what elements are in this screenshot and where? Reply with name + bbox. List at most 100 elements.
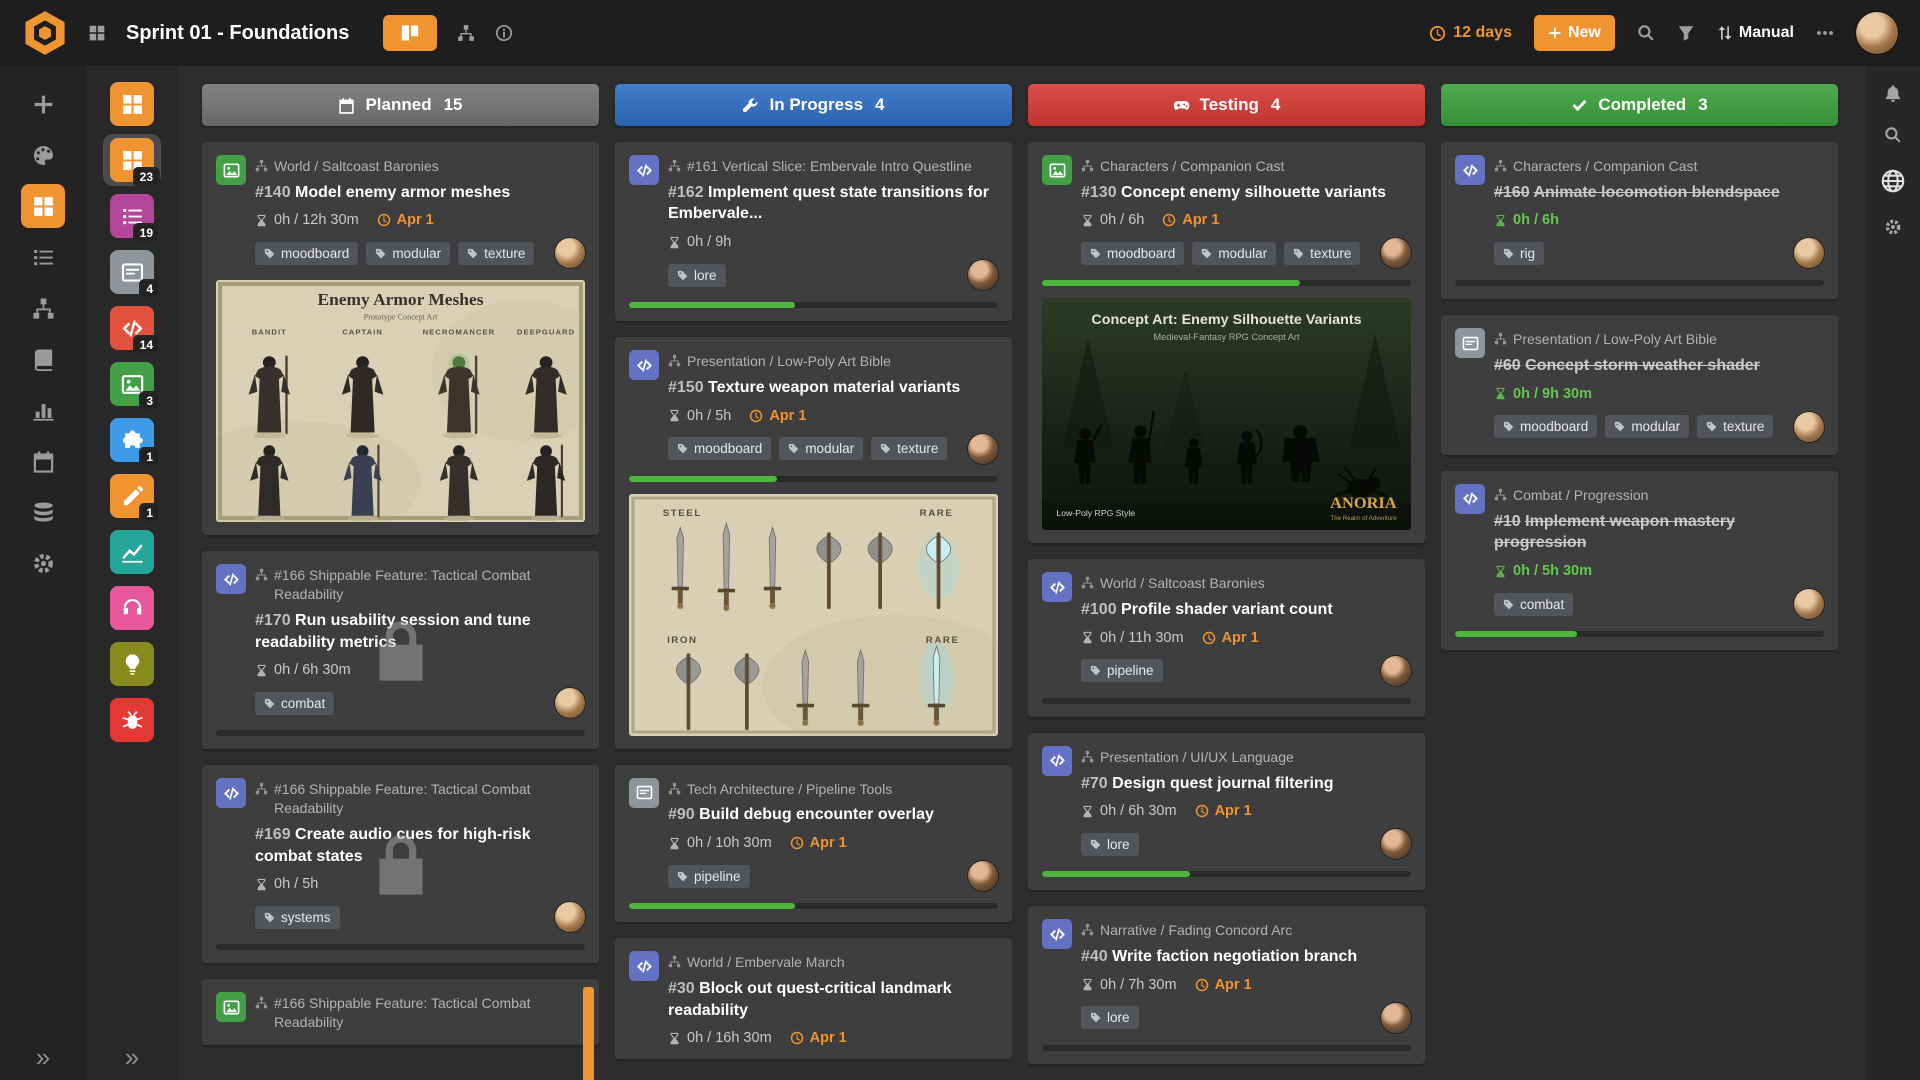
attachment-image-silhouettes[interactable]: Concept Art: Enemy Silhouette Variants M… <box>1042 298 1411 530</box>
expand-sidebar-button[interactable]: » <box>0 1044 86 1070</box>
tag-pill[interactable]: modular <box>1605 415 1689 438</box>
board-filter-code-4[interactable]: 14 <box>103 302 161 354</box>
tag-pill[interactable]: rig <box>1494 242 1544 265</box>
task-card[interactable]: #166 Shippable Feature: Tactical Combat … <box>202 979 599 1045</box>
column-card-list-in-progress[interactable]: #161 Vertical Slice: Embervale Intro Que… <box>615 128 1012 1080</box>
assignee-avatar[interactable] <box>555 902 585 932</box>
tag-pill[interactable]: pipeline <box>1081 659 1163 682</box>
board-filter-headphones-9[interactable] <box>103 582 161 634</box>
task-card[interactable]: Combat / Progression #10 Implement weapo… <box>1441 471 1838 650</box>
globe-icon[interactable] <box>1880 168 1906 194</box>
sprint-days-remaining[interactable]: 12 days <box>1429 24 1512 42</box>
assignee-avatar[interactable] <box>1794 238 1824 268</box>
card-category[interactable]: Narrative / Fading Concord Arc <box>1081 919 1411 940</box>
task-card[interactable]: World / Saltcoast Baronies #100 Profile … <box>1028 559 1425 716</box>
assignee-avatar[interactable] <box>555 238 585 268</box>
tag-pill[interactable]: pipeline <box>668 865 750 888</box>
bell-icon[interactable] <box>1884 84 1902 102</box>
task-card[interactable]: World / Embervale March #30 Block out qu… <box>615 938 1012 1059</box>
card-category[interactable]: Presentation / UI/UX Language <box>1081 746 1411 767</box>
board-filter-lightbulb-10[interactable] <box>103 638 161 690</box>
column-card-list-planned[interactable]: World / Saltcoast Baronies #140 Model en… <box>202 128 599 1080</box>
user-avatar[interactable] <box>1856 12 1898 54</box>
tag-pill[interactable]: combat <box>255 692 334 715</box>
assignee-avatar[interactable] <box>968 861 998 891</box>
assignee-avatar[interactable] <box>968 260 998 290</box>
sidebar-item-chart[interactable] <box>21 388 65 432</box>
board-filter-image-5[interactable]: 3 <box>103 358 161 410</box>
task-card[interactable]: #166 Shippable Feature: Tactical Combat … <box>202 551 599 749</box>
new-task-button[interactable]: New <box>1534 15 1615 51</box>
board-filter-chartline-8[interactable] <box>103 526 161 578</box>
column-header-testing[interactable]: Testing 4 <box>1028 84 1425 126</box>
tag-pill[interactable]: modular <box>366 242 450 265</box>
tag-pill[interactable]: moodboard <box>668 437 771 460</box>
column-card-list-completed[interactable]: Characters / Companion Cast #160 Animate… <box>1441 128 1838 1080</box>
card-category[interactable]: #166 Shippable Feature: Tactical Combat … <box>255 564 585 604</box>
sort-selector[interactable]: Manual <box>1717 24 1794 42</box>
card-category[interactable]: World / Saltcoast Baronies <box>255 155 585 176</box>
sidebar-item-sitemap[interactable] <box>21 286 65 330</box>
column-header-in-progress[interactable]: In Progress 4 <box>615 84 1012 126</box>
tag-pill[interactable]: combat <box>1494 593 1573 616</box>
assignee-avatar[interactable] <box>1381 829 1411 859</box>
card-category[interactable]: Presentation / Low-Poly Art Bible <box>668 350 998 371</box>
app-logo[interactable] <box>22 10 68 56</box>
search-icon[interactable] <box>1637 24 1655 42</box>
assignee-avatar[interactable] <box>968 434 998 464</box>
assignee-avatar[interactable] <box>1381 1003 1411 1033</box>
card-category[interactable]: Characters / Companion Cast <box>1494 155 1824 176</box>
assignee-avatar[interactable] <box>555 688 585 718</box>
column-header-planned[interactable]: Planned 15 <box>202 84 599 126</box>
attachment-image-weapons[interactable]: STEELRAREIRONRARE <box>629 494 998 736</box>
task-card[interactable]: Presentation / UI/UX Language #70 Design… <box>1028 733 1425 890</box>
column-header-completed[interactable]: Completed 3 <box>1441 84 1838 126</box>
sidebar-item-calendar[interactable] <box>21 439 65 483</box>
more-menu-icon[interactable] <box>1816 24 1834 42</box>
tag-pill[interactable]: moodboard <box>255 242 358 265</box>
tag-pill[interactable]: moodboard <box>1081 242 1184 265</box>
filter-icon[interactable] <box>1677 24 1695 42</box>
assignee-avatar[interactable] <box>1794 589 1824 619</box>
tag-pill[interactable]: texture <box>458 242 534 265</box>
tag-pill[interactable]: systems <box>255 906 340 929</box>
board-view-button[interactable] <box>383 15 437 51</box>
sidebar-item-list[interactable] <box>21 235 65 279</box>
task-card[interactable]: Presentation / Low-Poly Art Bible #60 Co… <box>1441 315 1838 454</box>
sidebar-item-plus[interactable] <box>21 82 65 126</box>
attachment-image-armor[interactable]: Enemy Armor Meshes Prototype Concept Art… <box>216 280 585 522</box>
card-category[interactable]: #166 Shippable Feature: Tactical Combat … <box>255 778 585 818</box>
tag-pill[interactable]: texture <box>1284 242 1360 265</box>
task-card[interactable]: Presentation / Low-Poly Art Bible #150 T… <box>615 337 1012 748</box>
task-card[interactable]: Characters / Companion Cast #160 Animate… <box>1441 142 1838 299</box>
sidebar-item-layers[interactable] <box>21 490 65 534</box>
task-card[interactable]: Characters / Companion Cast #130 Concept… <box>1028 142 1425 543</box>
tag-pill[interactable]: lore <box>1081 833 1139 856</box>
info-icon[interactable] <box>495 24 513 42</box>
sidebar-item-grid[interactable] <box>21 184 65 228</box>
card-category[interactable]: Presentation / Low-Poly Art Bible <box>1494 328 1824 349</box>
card-category[interactable]: #166 Shippable Feature: Tactical Combat … <box>255 992 585 1032</box>
assignee-avatar[interactable] <box>1381 238 1411 268</box>
card-category[interactable]: Tech Architecture / Pipeline Tools <box>668 778 998 799</box>
tag-pill[interactable]: lore <box>668 264 726 287</box>
board-filter-grid-1[interactable]: 23 <box>103 134 161 186</box>
search-icon[interactable] <box>1884 126 1902 144</box>
tag-pill[interactable]: moodboard <box>1494 415 1597 438</box>
assignee-avatar[interactable] <box>1381 656 1411 686</box>
task-card[interactable]: #161 Vertical Slice: Embervale Intro Que… <box>615 142 1012 321</box>
assignee-avatar[interactable] <box>1794 412 1824 442</box>
sidebar-item-palette[interactable] <box>21 133 65 177</box>
task-card[interactable]: Narrative / Fading Concord Arc #40 Write… <box>1028 906 1425 1063</box>
tag-pill[interactable]: texture <box>871 437 947 460</box>
task-card[interactable]: #166 Shippable Feature: Tactical Combat … <box>202 765 599 963</box>
board-filter-puzzle-6[interactable]: 1 <box>103 414 161 466</box>
tag-pill[interactable]: modular <box>779 437 863 460</box>
projects-grid-icon[interactable] <box>88 24 106 42</box>
expand-board-sidebar-button[interactable]: » <box>86 1044 178 1070</box>
column-card-list-testing[interactable]: Characters / Companion Cast #130 Concept… <box>1028 128 1425 1080</box>
board-filter-grid-0[interactable] <box>103 78 161 130</box>
card-category[interactable]: Characters / Companion Cast <box>1081 155 1411 176</box>
sidebar-item-gear[interactable] <box>21 541 65 585</box>
card-category[interactable]: World / Saltcoast Baronies <box>1081 572 1411 593</box>
